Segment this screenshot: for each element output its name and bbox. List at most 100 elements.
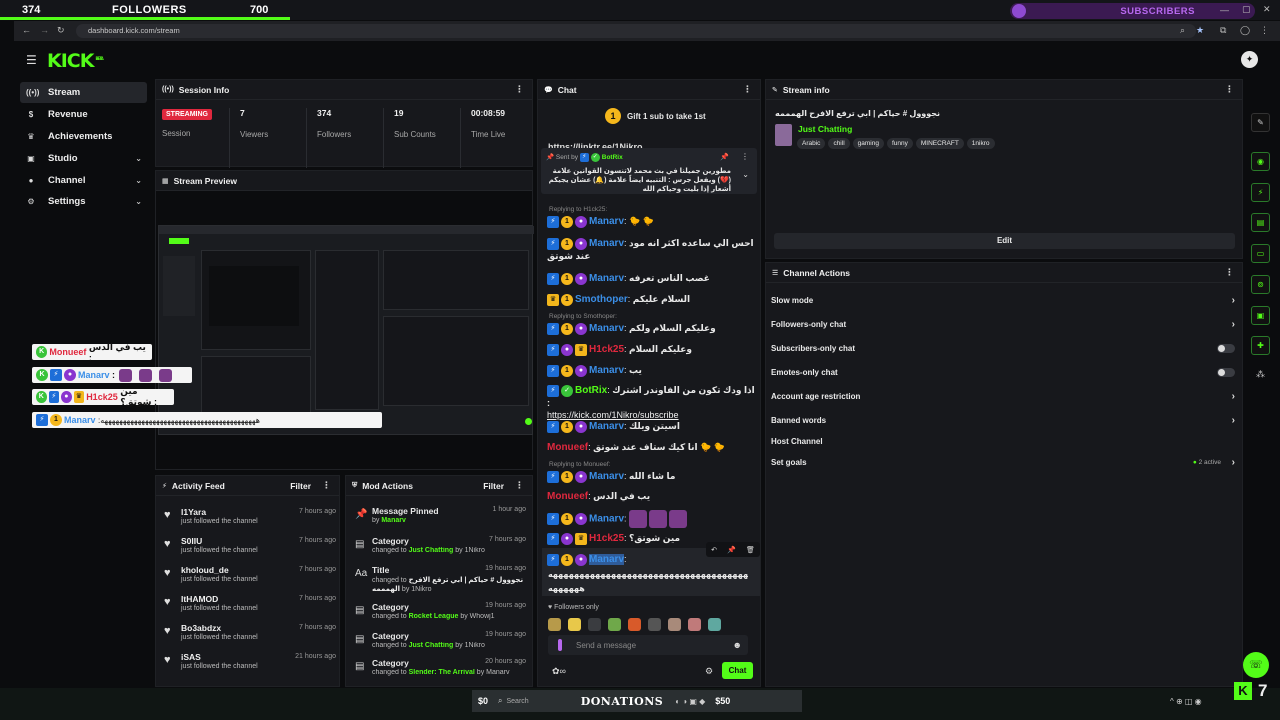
follower-name[interactable]: kholoud_de: [181, 565, 229, 575]
channel-action-slow-mode[interactable]: Slow mode ›: [771, 289, 1241, 311]
pencil-icon[interactable]: ✎: [1251, 113, 1270, 132]
follower-name[interactable]: S0IIU: [181, 536, 202, 546]
user-avatar[interactable]: ✦: [1241, 51, 1258, 68]
subscribers-only-toggle[interactable]: [1217, 343, 1235, 353]
badge-icon: ●: [61, 391, 72, 403]
channel-action-set-goals[interactable]: Set goals ● 2 active ›: [771, 451, 1241, 473]
profile-icon[interactable]: ◯: [1240, 25, 1250, 36]
sidebar-item-stream[interactable]: ((•)) Stream: [20, 82, 147, 103]
chat-username[interactable]: Manarv: [589, 471, 624, 482]
emotes-only-toggle[interactable]: [1217, 367, 1235, 377]
sidebar-item-channel[interactable]: ● Channel ⌄: [20, 170, 147, 191]
more-options-icon[interactable]: ⋮: [741, 152, 749, 161]
follower-name[interactable]: iSAS: [181, 652, 201, 662]
address-bar[interactable]: dashboard.kick.com/stream: [76, 24, 1196, 38]
chat-username[interactable]: Smothoper: [575, 294, 628, 305]
document-icon[interactable]: ▤: [1251, 213, 1270, 232]
stream-preview-video[interactable]: [158, 225, 534, 435]
camera-icon[interactable]: ◉: [1251, 152, 1270, 171]
hamburger-menu-icon[interactable]: ☰: [26, 53, 37, 67]
system-tray-icon[interactable]: ^ ⊕ ◫ ◉: [1170, 697, 1202, 706]
gift-sub-banner[interactable]: 1 Gift 1 sub to take 1st: [605, 108, 706, 124]
unpin-icon[interactable]: 📌: [720, 153, 729, 161]
emote-icon[interactable]: [668, 617, 681, 631]
points-icon[interactable]: ✿∞: [552, 666, 566, 677]
chat-username[interactable]: Manarv: [589, 238, 624, 249]
kick-logo[interactable]: KICK BETA: [47, 50, 104, 72]
emote-icon[interactable]: [568, 617, 581, 631]
extensions-icon[interactable]: ⧉: [1220, 25, 1226, 36]
chat-link[interactable]: https://kick.com/1Nikro/subscribe: [547, 410, 679, 420]
chat-username[interactable]: Manarv: [589, 365, 624, 376]
browser-menu-icon[interactable]: ⋮: [1260, 25, 1269, 36]
more-options-icon[interactable]: ⋮: [322, 480, 331, 491]
broadcast-icon[interactable]: ⊚: [1251, 275, 1270, 294]
emote-icon[interactable]: [708, 617, 721, 631]
reload-icon[interactable]: ↻: [57, 25, 65, 36]
chat-username[interactable]: Manarv: [589, 554, 625, 565]
channel-action-host-channel[interactable]: Host Channel: [771, 430, 1241, 452]
emote-icon[interactable]: [628, 617, 641, 631]
chat-username[interactable]: H1ck25: [589, 533, 624, 544]
follower-name[interactable]: ItHAMOD: [181, 594, 218, 604]
emote-icon[interactable]: [648, 617, 661, 631]
stream-category[interactable]: Just Chatting: [798, 124, 852, 134]
bookmark-star-icon[interactable]: ★: [1196, 25, 1204, 36]
chat-username[interactable]: Monueef: [547, 491, 588, 502]
emoji-icon[interactable]: ☻: [733, 640, 742, 650]
channel-action-account-age[interactable]: Account age restriction ›: [771, 385, 1241, 407]
chat-username[interactable]: Manarv: [589, 421, 624, 432]
filter-button[interactable]: Filter: [290, 481, 311, 491]
channel-action-banned-words[interactable]: Banned words ›: [771, 409, 1241, 431]
chat-bubble-icon[interactable]: ▭: [1251, 244, 1270, 263]
follower-name[interactable]: l1Yara: [181, 507, 206, 517]
sidebar-item-settings[interactable]: ⚙ Settings ⌄: [20, 191, 147, 212]
chat-username[interactable]: H1ck25: [589, 344, 624, 355]
more-options-icon[interactable]: ⋮: [1225, 267, 1234, 278]
wrench-icon[interactable]: ✚: [1251, 336, 1270, 355]
chevron-down-icon[interactable]: ⌄: [742, 170, 749, 179]
pin-icon: 📌: [546, 154, 555, 162]
nodes-icon[interactable]: ⁂: [1256, 369, 1265, 380]
minimize-icon[interactable]: —: [1220, 5, 1229, 15]
forward-icon[interactable]: →: [40, 25, 49, 35]
chat-username[interactable]: Manarv: [589, 216, 624, 227]
stream-tags: Arabic chill gaming funny MINECRAFT 1nikro: [797, 137, 998, 149]
chat-username[interactable]: BotRix: [575, 385, 607, 396]
chat-text-continued: هههههههههههههههههههههههههههههههههههههههه…: [548, 570, 748, 579]
gear-icon[interactable]: ⚙: [705, 666, 713, 677]
send-chat-button[interactable]: Chat: [722, 662, 753, 679]
badge-icon: ⚡: [36, 414, 48, 426]
support-chat-icon[interactable]: ☏: [1243, 652, 1269, 678]
close-icon[interactable]: ✕: [1263, 4, 1271, 15]
more-options-icon[interactable]: ⋮: [515, 480, 524, 491]
chat-username[interactable]: Manarv: [589, 323, 624, 334]
back-icon[interactable]: ←: [22, 25, 31, 35]
search-icon[interactable]: ⌕: [498, 696, 502, 706]
emote-icon[interactable]: [588, 617, 601, 631]
maximize-icon[interactable]: ▢: [1242, 4, 1251, 15]
badge-icon: ●: [561, 532, 573, 545]
sidebar-item-revenue[interactable]: $ Revenue: [20, 104, 147, 125]
lightning-icon[interactable]: ⚡: [1251, 183, 1270, 202]
sidebar-item-achievements[interactable]: ♛ Achievements: [20, 126, 147, 147]
more-options-icon[interactable]: ⋮: [515, 84, 524, 95]
more-options-icon[interactable]: ⋮: [743, 84, 752, 95]
zoom-icon[interactable]: ⌕: [1180, 25, 1185, 36]
edit-stream-info-button[interactable]: Edit: [774, 233, 1235, 249]
filter-button[interactable]: Filter: [483, 481, 504, 491]
more-options-icon[interactable]: ⋮: [1225, 84, 1234, 95]
sidebar-item-studio[interactable]: ▣ Studio ⌄: [20, 148, 147, 169]
emote-icon[interactable]: [608, 617, 621, 631]
card-icon[interactable]: ▣: [1251, 306, 1270, 325]
chat-username[interactable]: Monueef: [547, 442, 588, 453]
chat-username[interactable]: Manarv: [589, 273, 624, 284]
follower-name[interactable]: Bo3abdzx: [181, 623, 221, 633]
chat-username[interactable]: Manarv: [589, 513, 624, 524]
app-icon[interactable]: ◐ ◑ ▣ ◆: [675, 697, 705, 706]
channel-action-followers-only[interactable]: Followers-only chat ›: [771, 313, 1241, 335]
chat-input[interactable]: Send a message ☻: [548, 635, 748, 655]
emote-icon[interactable]: [688, 617, 701, 631]
emote-icon[interactable]: [548, 617, 561, 631]
taskbar-search[interactable]: Search: [507, 698, 529, 705]
